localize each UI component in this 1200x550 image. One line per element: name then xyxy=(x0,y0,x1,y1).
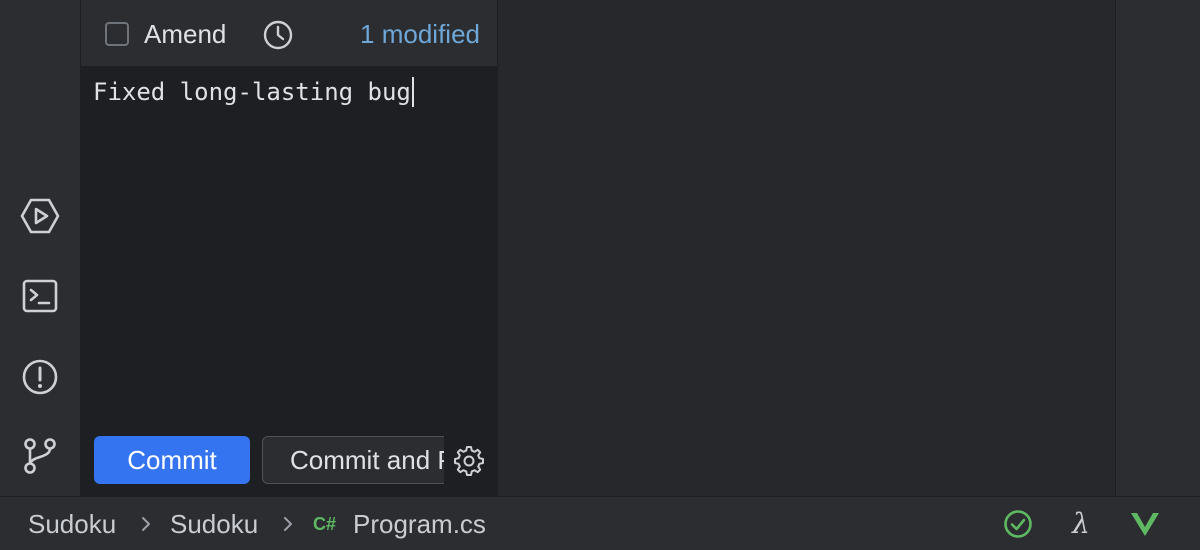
vue-status-button[interactable] xyxy=(1128,507,1162,541)
lambda-icon: λ xyxy=(1072,507,1090,540)
inspection-status-button[interactable] xyxy=(1001,507,1035,541)
commit-toolbar: Amend 1 modified xyxy=(81,0,497,67)
run-tool-button[interactable] xyxy=(18,194,62,238)
breadcrumb-project[interactable]: Sudoku xyxy=(28,509,116,539)
commit-panel: Amend 1 modified Fixed long-lasting bug … xyxy=(81,0,498,496)
commit-message-input[interactable]: Fixed long-lasting bug xyxy=(81,67,497,417)
chevron-right-icon xyxy=(142,517,150,531)
right-tool-stripe xyxy=(1116,0,1200,496)
csharp-file-icon: C# xyxy=(313,514,337,534)
clock-icon xyxy=(263,20,293,50)
git-branch-icon xyxy=(24,438,56,474)
commit-options-button[interactable] xyxy=(452,444,486,478)
breadcrumb-file[interactable]: Program.cs xyxy=(353,509,486,539)
left-tool-stripe xyxy=(0,0,81,496)
git-tool-button[interactable] xyxy=(18,434,62,478)
status-bar: Sudoku Sudoku C# Program.cs λ xyxy=(0,496,1200,550)
chevron-right-icon xyxy=(284,517,292,531)
run-icon xyxy=(20,198,60,234)
text-caret xyxy=(411,77,414,107)
lambda-status-button[interactable]: λ xyxy=(1064,507,1098,541)
gear-icon xyxy=(454,446,484,476)
modified-files-link[interactable]: 1 modified xyxy=(360,19,480,49)
commit-and-push-button[interactable]: Commit and Push... xyxy=(262,436,444,484)
commit-history-button[interactable] xyxy=(261,18,295,52)
amend-checkbox[interactable] xyxy=(105,22,129,46)
check-circle-icon xyxy=(1004,510,1032,538)
vue-icon xyxy=(1131,513,1159,536)
terminal-tool-button[interactable] xyxy=(18,274,62,318)
ide-window: Amend 1 modified Fixed long-lasting bug … xyxy=(0,0,1200,550)
amend-label[interactable]: Amend xyxy=(144,19,226,49)
commit-actions: Commit Commit and Push... xyxy=(81,417,497,496)
breadcrumb-module[interactable]: Sudoku xyxy=(170,509,258,539)
problems-tool-button[interactable] xyxy=(18,355,62,399)
terminal-icon xyxy=(22,279,58,313)
editor-area[interactable] xyxy=(498,0,1116,496)
problems-icon xyxy=(22,359,58,395)
commit-button[interactable]: Commit xyxy=(94,436,250,484)
commit-message-text: Fixed long-lasting bug xyxy=(93,78,411,106)
